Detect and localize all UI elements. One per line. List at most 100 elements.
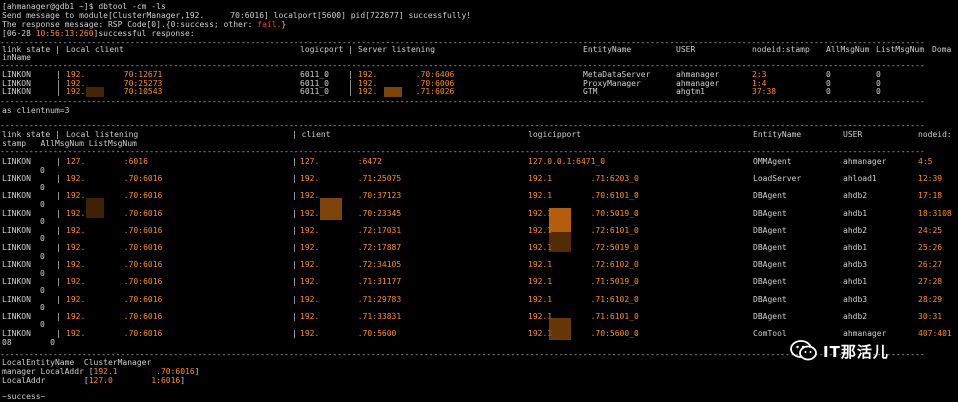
- t2-header-local-listening: Local listening: [66, 130, 139, 139]
- t2-cell-entity: DBAgent: [753, 225, 787, 235]
- t1-cell-logicport: 6011_0: [300, 87, 329, 96]
- t2-cell-client: 192. .71:25075: [300, 174, 402, 184]
- t2-cell-logic: 192.1 .72:6101_0: [528, 225, 639, 235]
- t2-cell-nodeid: 27:28: [918, 277, 943, 287]
- t2-cell-entity: DBAgent: [753, 260, 787, 270]
- t2-divider: |: [292, 191, 297, 201]
- t2-header-entity: EntityName: [753, 130, 802, 139]
- watermark: IT那活儿: [790, 339, 889, 363]
- t2-cell-entity: DBAgent: [753, 311, 787, 321]
- t1-cell-user: ahgtm1: [676, 87, 705, 96]
- t2-continuation: 0: [40, 285, 45, 295]
- t2-cell-entity: DBAgent: [753, 208, 787, 218]
- local-addr-close: ]: [180, 376, 186, 385]
- t1-cell-state: LINKON: [2, 87, 31, 96]
- send-message-line: Send message to module[ClusterManager,19…: [2, 11, 471, 20]
- t2-divider: |: [56, 191, 61, 201]
- t2-divider: |: [292, 225, 297, 235]
- t2-divider: |: [292, 243, 297, 252]
- redaction-mark: [549, 208, 571, 232]
- t2-cell-nodeid: 18:3108: [918, 208, 952, 218]
- t2-divider: |: [56, 260, 61, 270]
- t2-cell-local: 192. .70:6016: [66, 174, 163, 184]
- manager-local-addr-line: manager LocalAddr [192.1 .70:6016]: [2, 367, 200, 376]
- t2-divider: |: [292, 174, 297, 184]
- redaction-mark: [549, 318, 571, 340]
- command-text: [ahmanager@gdb1 ~]$ dbtool -cm -ls: [2, 2, 166, 11]
- t2-cell-nodeid: 12:39: [918, 174, 943, 184]
- t2-cell-user: ahmanager: [843, 329, 887, 338]
- timestamp-prefix: [06-28: [2, 29, 36, 38]
- command-prompt-line: [ahmanager@gdb1 ~]$ dbtool -cm -ls: [2, 2, 166, 11]
- t2-cell-logic: 192.1 .71:6203_0: [528, 174, 639, 184]
- t2-cell-user: ahdb3: [843, 294, 868, 304]
- t2-cell-nodeid: 30:31: [918, 311, 943, 321]
- t1-header-listmsg: ListMsgNum: [876, 45, 925, 54]
- separator-line: ----------------------------------------…: [0, 97, 925, 106]
- t2-cell-client: 127. :6472: [300, 157, 382, 166]
- t2-cell-local: 192. .70:6016: [66, 294, 163, 304]
- t2-divider: |: [56, 329, 61, 338]
- separator-line: ----------------------------------------…: [0, 121, 925, 130]
- t2-divider: |: [56, 294, 61, 304]
- send-message-text-b: 70:6016] localport[5600] pid[722677] suc…: [230, 11, 472, 20]
- t2-cell-nodeid: 24:25: [918, 225, 943, 235]
- t2-cell-local: 192. .70:6016: [66, 225, 163, 235]
- t2-cell-entity: OMMAgent: [753, 157, 792, 166]
- t2-cell-user: ahdb2: [843, 191, 868, 201]
- t2-cell-user: ahdb2: [843, 311, 868, 321]
- t2-cell-user: ahdb1: [843, 243, 868, 252]
- t2-cell-logic: 192.1 .72:6102_0: [528, 260, 639, 270]
- t1-cell-listmsg: 0: [876, 87, 881, 96]
- t2-continuation: 0: [40, 182, 45, 192]
- t1-cell-server: 192. .71:6026: [358, 87, 455, 96]
- t2-divider: |: [56, 277, 61, 287]
- terminal-window[interactable]: [ahmanager@gdb1 ~]$ dbtool -cm -ls Send …: [0, 0, 958, 402]
- t2-cell-nodeid: 25:26: [918, 243, 943, 252]
- t1-header-allmsg: AllMsgNum: [826, 45, 870, 54]
- separator-line: ----------------------------------------…: [0, 147, 925, 156]
- t2-cell-logic: 192.1 .72:5019_0: [528, 243, 639, 252]
- t1-cell-entity: GTM: [583, 87, 598, 96]
- t1-cell-allmsg: 0: [826, 87, 831, 96]
- t2-cell-user: ahdb3: [843, 260, 868, 270]
- t1-cell-bar: |: [56, 87, 61, 96]
- t2-cell-user: ahmanager: [843, 157, 887, 166]
- t2-continuation: 0: [40, 251, 45, 261]
- t2-header-logicport: logicipport: [528, 130, 581, 139]
- t1-header-logicport: logicport |: [300, 45, 353, 54]
- t2-cell-user: ahdb1: [843, 277, 868, 287]
- local-addr-line: LocalAddr [127.0 1:6016]: [2, 376, 185, 385]
- redaction-mark: [86, 87, 104, 97]
- t2-cell-entity: DBAgent: [753, 243, 787, 252]
- t2-cell-local: 192. .70:6016: [66, 208, 163, 218]
- send-message-text-a: Send message to module[ClusterManager,19…: [2, 11, 205, 20]
- t2-continuation: 0: [40, 165, 45, 175]
- t2-cell-nodeid: 17:18: [918, 191, 943, 201]
- t2-divider: |: [292, 294, 297, 304]
- response-message-line: The response message: RSP Code[0].{0:suc…: [2, 20, 286, 29]
- t2-cell-client: 192. .71:29783: [300, 294, 402, 304]
- t2-continuation: 0: [40, 320, 45, 330]
- t2-continuation: 08 0: [2, 337, 55, 347]
- t2-continuation: 0: [40, 234, 45, 244]
- t1-cell-client: 192. 70:10543: [66, 87, 163, 96]
- t2-cell-user: ahdb2: [843, 225, 868, 235]
- t2-divider: |: [56, 311, 61, 321]
- local-addr-label: LocalAddr [: [2, 376, 89, 385]
- local-entity-name-line: LocalEntityName ClusterManager: [2, 358, 152, 367]
- t2-divider: |: [292, 208, 297, 218]
- t1-cell-nodeid: 37:38: [752, 87, 777, 96]
- redaction-mark: [384, 87, 402, 97]
- t2-cell-entity: DBAgent: [753, 277, 787, 287]
- t2-cell-logic: 192.1 .70:5019_0: [528, 208, 639, 218]
- t2-cell-local: 192. .70:6016: [66, 311, 163, 321]
- watermark-text: IT那活儿: [823, 342, 889, 361]
- t1-header-entity: EntityName: [583, 45, 632, 54]
- t2-header-user: USER: [843, 130, 863, 139]
- fail-text: fail.: [257, 20, 282, 29]
- t2-cell-local: 192. .70:6016: [66, 191, 163, 201]
- t2-cell-client: 192. .70:5600: [300, 329, 397, 338]
- success-line: ~success~: [2, 392, 46, 401]
- t2-divider: |: [56, 225, 61, 235]
